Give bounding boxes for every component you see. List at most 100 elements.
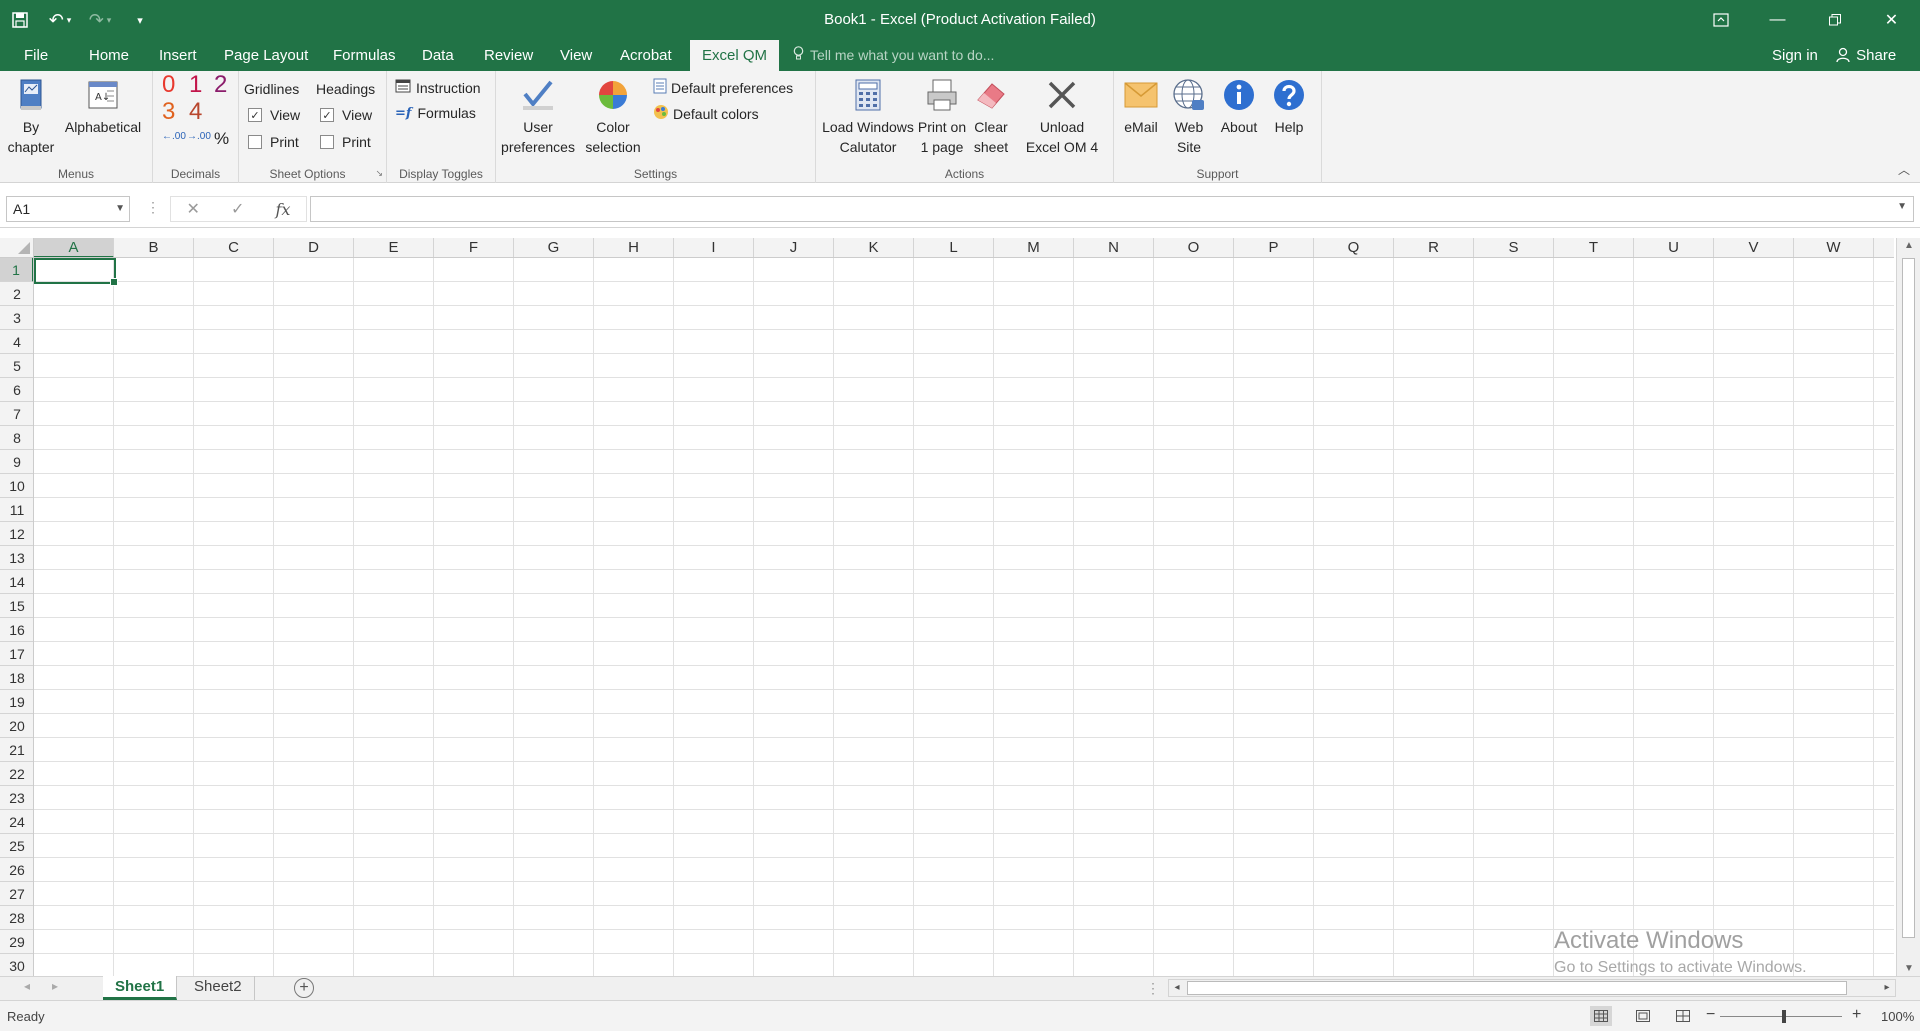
name-box[interactable]: A1 ▼ bbox=[6, 196, 130, 222]
row-header-20[interactable]: 20 bbox=[0, 714, 33, 738]
column-header-l[interactable]: L bbox=[914, 238, 994, 257]
row-header-8[interactable]: 8 bbox=[0, 426, 33, 450]
load-windows-calculator-button[interactable]: Load Windows Calutator bbox=[820, 77, 916, 157]
row-header-28[interactable]: 28 bbox=[0, 906, 33, 930]
select-all-button[interactable] bbox=[0, 238, 34, 258]
row-header-5[interactable]: 5 bbox=[0, 354, 33, 378]
row-header-19[interactable]: 19 bbox=[0, 690, 33, 714]
row-header-29[interactable]: 29 bbox=[0, 930, 33, 954]
tab-split-handle[interactable]: ⋮ bbox=[1146, 980, 1160, 997]
previous-sheet-arrow-icon[interactable]: ◂ bbox=[24, 979, 30, 993]
row-header-27[interactable]: 27 bbox=[0, 882, 33, 906]
zoom-slider-thumb[interactable] bbox=[1782, 1010, 1786, 1023]
row-header-14[interactable]: 14 bbox=[0, 570, 33, 594]
by-chapter-button[interactable]: By chapter bbox=[6, 77, 56, 157]
tab-review[interactable]: Review bbox=[472, 40, 545, 71]
scroll-down-arrow-icon[interactable]: ▼ bbox=[1897, 963, 1920, 974]
row-header-17[interactable]: 17 bbox=[0, 642, 33, 666]
formula-input[interactable]: ▼ bbox=[310, 196, 1914, 222]
column-header-u[interactable]: U bbox=[1634, 238, 1714, 257]
row-header-26[interactable]: 26 bbox=[0, 858, 33, 882]
default-preferences-button[interactable]: Default preferences bbox=[653, 78, 793, 97]
tab-insert[interactable]: Insert bbox=[147, 40, 209, 71]
unload-excel-om-button[interactable]: Unload Excel OM 4 bbox=[1014, 77, 1110, 157]
minimize-icon[interactable]: — bbox=[1749, 0, 1806, 40]
decimals-0-button[interactable]: 0 bbox=[162, 71, 175, 99]
column-header-j[interactable]: J bbox=[754, 238, 834, 257]
column-header-s[interactable]: S bbox=[1474, 238, 1554, 257]
row-header-12[interactable]: 12 bbox=[0, 522, 33, 546]
row-header-11[interactable]: 11 bbox=[0, 498, 33, 522]
row-header-25[interactable]: 25 bbox=[0, 834, 33, 858]
collapse-ribbon-icon[interactable]: ︿ bbox=[1898, 161, 1910, 178]
headings-print-checkbox[interactable]: Print bbox=[320, 134, 371, 150]
row-header-18[interactable]: 18 bbox=[0, 666, 33, 690]
column-header-a[interactable]: A bbox=[34, 238, 114, 257]
row-header-13[interactable]: 13 bbox=[0, 546, 33, 570]
zoom-slider-track[interactable] bbox=[1720, 1016, 1842, 1017]
row-header-23[interactable]: 23 bbox=[0, 786, 33, 810]
save-icon[interactable] bbox=[0, 0, 40, 40]
formula-bar-resize-handle[interactable]: ⋮ bbox=[146, 199, 160, 216]
add-sheet-icon[interactable]: + bbox=[294, 978, 314, 998]
zoom-level[interactable]: 100% bbox=[1881, 1009, 1914, 1024]
alphabetical-button[interactable]: A↓ Alphabetical bbox=[58, 77, 148, 137]
undo-icon[interactable]: ↶ ▾ bbox=[40, 0, 80, 40]
column-header-c[interactable]: C bbox=[194, 238, 274, 257]
row-header-16[interactable]: 16 bbox=[0, 618, 33, 642]
column-header-b[interactable]: B bbox=[114, 238, 194, 257]
redo-icon[interactable]: ↷ ▾ bbox=[80, 0, 120, 40]
headings-view-checkbox[interactable]: ✓ View bbox=[320, 107, 372, 123]
user-preferences-button[interactable]: User preferences bbox=[498, 77, 578, 157]
gridlines-print-checkbox[interactable]: Print bbox=[248, 134, 299, 150]
percent-button[interactable]: % bbox=[214, 129, 229, 149]
cancel-icon[interactable]: ✕ bbox=[187, 199, 200, 219]
column-header-r[interactable]: R bbox=[1394, 238, 1474, 257]
scroll-right-arrow-icon[interactable]: ▸ bbox=[1879, 980, 1895, 996]
chevron-down-icon[interactable]: ▼ bbox=[115, 197, 125, 221]
row-header-22[interactable]: 22 bbox=[0, 762, 33, 786]
tab-data[interactable]: Data bbox=[410, 40, 466, 71]
instruction-toggle[interactable]: Instruction bbox=[395, 79, 481, 96]
restore-icon[interactable] bbox=[1806, 0, 1863, 40]
row-header-2[interactable]: 2 bbox=[0, 282, 33, 306]
sign-in-link[interactable]: Sign in bbox=[1772, 40, 1818, 71]
tab-file[interactable]: File bbox=[12, 40, 60, 71]
dialog-launcher-icon[interactable]: ↘ bbox=[375, 168, 383, 179]
row-header-10[interactable]: 10 bbox=[0, 474, 33, 498]
next-sheet-arrow-icon[interactable]: ▸ bbox=[52, 979, 58, 993]
vertical-scroll-thumb[interactable] bbox=[1902, 258, 1915, 938]
insert-function-icon[interactable]: fx bbox=[276, 200, 291, 219]
row-header-4[interactable]: 4 bbox=[0, 330, 33, 354]
ribbon-display-options-icon[interactable] bbox=[1692, 0, 1749, 40]
column-header-g[interactable]: G bbox=[514, 238, 594, 257]
decrease-decimal-icon[interactable]: → .00 bbox=[187, 131, 211, 142]
scroll-up-arrow-icon[interactable]: ▲ bbox=[1897, 240, 1920, 251]
increase-decimal-icon[interactable]: ← .00 bbox=[162, 131, 186, 142]
customize-quick-access-icon[interactable]: ▾ bbox=[120, 0, 160, 40]
decimals-3-button[interactable]: 3 bbox=[162, 98, 175, 126]
tell-me-search[interactable]: Tell me what you want to do... bbox=[793, 40, 994, 71]
gridlines-view-checkbox[interactable]: ✓ View bbox=[248, 107, 300, 123]
tab-view[interactable]: View bbox=[548, 40, 604, 71]
decimals-4-button[interactable]: 4 bbox=[189, 98, 202, 126]
color-selection-button[interactable]: Color selection bbox=[578, 77, 648, 157]
row-header-1[interactable]: 1 bbox=[0, 258, 33, 282]
tab-home[interactable]: Home bbox=[77, 40, 141, 71]
column-header-i[interactable]: I bbox=[674, 238, 754, 257]
formulas-toggle[interactable]: =f Formulas bbox=[395, 105, 476, 121]
column-header-p[interactable]: P bbox=[1234, 238, 1314, 257]
scroll-left-arrow-icon[interactable]: ◂ bbox=[1169, 980, 1185, 996]
print-on-one-page-button[interactable]: Print on 1 page bbox=[916, 77, 968, 157]
column-header-t[interactable]: T bbox=[1554, 238, 1634, 257]
sheet-tab-sheet2[interactable]: Sheet2 bbox=[182, 976, 255, 1000]
row-header-9[interactable]: 9 bbox=[0, 450, 33, 474]
row-header-7[interactable]: 7 bbox=[0, 402, 33, 426]
horizontal-scroll-thumb[interactable] bbox=[1187, 981, 1847, 995]
decimals-2-button[interactable]: 2 bbox=[214, 71, 227, 99]
row-header-15[interactable]: 15 bbox=[0, 594, 33, 618]
row-header-6[interactable]: 6 bbox=[0, 378, 33, 402]
row-header-21[interactable]: 21 bbox=[0, 738, 33, 762]
column-header-n[interactable]: N bbox=[1074, 238, 1154, 257]
enter-checkmark-icon[interactable]: ✓ bbox=[231, 199, 244, 219]
